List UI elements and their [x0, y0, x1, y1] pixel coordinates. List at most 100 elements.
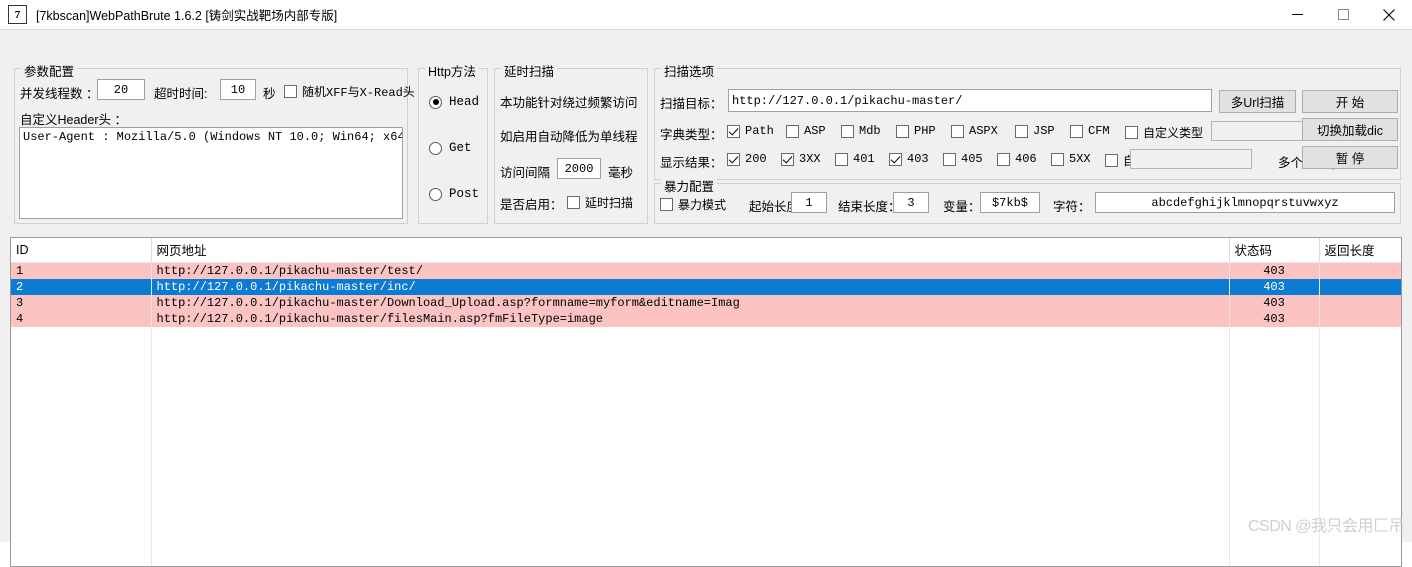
dict-checkbox-asp[interactable]: ASP — [786, 124, 826, 138]
dict-checkbox-mdb-box — [841, 124, 854, 138]
table-row-empty — [11, 406, 1401, 423]
delay-scan-desc-line2: 如启用自动降低为单线程 — [500, 130, 638, 144]
custom-header-textarea[interactable] — [19, 127, 403, 219]
dict-checkbox-php[interactable]: PHP — [896, 124, 936, 138]
cell-url: http://127.0.0.1/pikachu-master/Download… — [151, 294, 1230, 311]
dict-checkbox-jsp-box — [1015, 124, 1028, 138]
window-title: [7kbscan]WebPathBrute 1.6.2 [铸剑实战靶场内部专版] — [36, 9, 338, 23]
dict-checkbox-cfm[interactable]: CFM — [1070, 124, 1110, 138]
dict-checkbox-aspx[interactable]: ASPX — [951, 124, 998, 138]
table-row[interactable]: 1 http://127.0.0.1/pikachu-master/test/ … — [11, 262, 1401, 279]
cell-url: http://127.0.0.1/pikachu-master/inc/ — [151, 278, 1230, 295]
cell-url: http://127.0.0.1/pikachu-master/filesMai… — [151, 310, 1230, 327]
cell-status: 403 — [1229, 262, 1320, 279]
code-checkbox-custom-error-box — [1105, 154, 1118, 167]
title-bar: 7 [7kbscan]WebPathBrute 1.6.2 [铸剑实战靶场内部专… — [0, 0, 1412, 30]
interval-input[interactable]: 2000 — [557, 158, 601, 179]
variable-input[interactable]: $7kb$ — [980, 192, 1040, 213]
delay-scan-group: 延时扫描 本功能针对绕过频繁访问 如启用自动降低为单线程 访问间隔 2000 毫… — [494, 61, 648, 224]
table-row-empty — [11, 422, 1401, 439]
random-xff-checkbox-box — [284, 85, 297, 98]
cell-length — [1319, 262, 1401, 279]
dict-checkbox-jsp-label: JSP — [1033, 124, 1055, 138]
charset-input[interactable]: abcdefghijklmnopqrstuvwxyz — [1095, 192, 1395, 213]
code-checkbox-401-box — [835, 152, 848, 166]
dict-type-label: 字典类型： — [660, 128, 723, 142]
code-checkbox-5xx-box — [1051, 152, 1064, 166]
app-icon: 7 — [8, 5, 27, 24]
radio-post[interactable]: Post — [429, 187, 479, 201]
delay-enable-label: 是否启用： — [500, 198, 563, 212]
timeout-input[interactable]: 10 — [220, 79, 256, 100]
code-checkbox-200[interactable]: 200 — [727, 152, 767, 166]
threads-label: 并发线程数 ： — [20, 87, 99, 101]
brute-mode-label: 暴力模式 — [678, 198, 727, 212]
end-length-input[interactable]: 3 — [893, 192, 929, 213]
dict-checkbox-path-box — [727, 124, 740, 138]
random-xff-checkbox[interactable]: 随机XFF与X-Read头 — [284, 83, 415, 100]
table-body: 1 http://127.0.0.1/pikachu-master/test/ … — [11, 262, 1401, 566]
code-checkbox-3xx-box — [781, 152, 794, 166]
dict-checkbox-cfm-box — [1070, 124, 1083, 138]
dict-checkbox-custom[interactable]: 自定义类型 — [1125, 124, 1203, 141]
cell-status: 403 — [1229, 310, 1320, 327]
table-row-empty — [11, 454, 1401, 471]
dict-checkbox-path-label: Path — [745, 124, 774, 138]
cell-id: 1 — [11, 262, 152, 279]
code-checkbox-401[interactable]: 401 — [835, 152, 875, 166]
dict-checkbox-mdb[interactable]: Mdb — [841, 124, 881, 138]
code-checkbox-200-label: 200 — [745, 152, 767, 166]
table-row[interactable]: 2 http://127.0.0.1/pikachu-master/inc/ 4… — [11, 278, 1401, 295]
column-header-id[interactable]: ID — [11, 238, 152, 263]
delay-scan-checkbox[interactable]: 延时扫描 — [567, 194, 633, 211]
results-table[interactable]: ID 网页地址 状态码 返回长度 1 http://127.0.0.1/pika… — [10, 237, 1402, 567]
start-length-input[interactable]: 1 — [791, 192, 827, 213]
radio-get-circle — [429, 141, 442, 155]
code-checkbox-405-box — [943, 152, 956, 166]
radio-post-label: Post — [449, 187, 480, 201]
table-row-empty — [11, 486, 1401, 503]
dict-checkbox-aspx-label: ASPX — [969, 124, 998, 138]
dict-checkbox-jsp[interactable]: JSP — [1015, 124, 1055, 138]
code-checkbox-406[interactable]: 406 — [997, 152, 1037, 166]
multi-url-scan-button[interactable]: 多Url扫描 — [1219, 90, 1296, 113]
start-button[interactable]: 开 始 — [1302, 90, 1398, 113]
dict-checkbox-aspx-box — [951, 124, 964, 138]
radio-head[interactable]: Head — [429, 95, 479, 109]
table-row-empty — [11, 342, 1401, 359]
column-header-status[interactable]: 状态码 — [1229, 238, 1320, 263]
custom-error-input[interactable] — [1130, 149, 1252, 169]
dict-checkbox-asp-box — [786, 124, 799, 138]
code-checkbox-5xx[interactable]: 5XX — [1051, 152, 1091, 166]
dict-checkbox-path[interactable]: Path — [727, 124, 774, 138]
delay-scan-checkbox-label: 延时扫描 — [585, 196, 634, 210]
pause-button[interactable]: 暂 停 — [1302, 146, 1398, 169]
threads-input[interactable]: 20 — [97, 79, 145, 100]
table-row-empty — [11, 534, 1401, 551]
scan-target-label: 扫描目标： — [660, 97, 723, 111]
radio-get[interactable]: Get — [429, 141, 472, 155]
maximize-icon[interactable] — [1320, 0, 1366, 29]
delay-scan-legend: 延时扫描 — [501, 61, 558, 80]
scan-target-input[interactable]: http://127.0.0.1/pikachu-master/ — [728, 89, 1212, 112]
radio-head-label: Head — [449, 95, 480, 109]
column-header-length[interactable]: 返回长度 — [1319, 238, 1401, 263]
cell-id: 4 — [11, 310, 152, 327]
dict-checkbox-cfm-label: CFM — [1088, 124, 1110, 138]
minimize-icon[interactable] — [1274, 0, 1320, 29]
table-row-empty — [11, 550, 1401, 566]
close-icon[interactable] — [1366, 0, 1412, 29]
cell-url: http://127.0.0.1/pikachu-master/test/ — [151, 262, 1230, 279]
code-checkbox-405[interactable]: 405 — [943, 152, 983, 166]
variable-label: 变量： — [943, 200, 981, 214]
table-row[interactable]: 4 http://127.0.0.1/pikachu-master/filesM… — [11, 310, 1401, 327]
brute-mode-checkbox[interactable]: 暴力模式 — [660, 196, 726, 213]
code-checkbox-403[interactable]: 403 — [889, 152, 929, 166]
cell-status: 403 — [1229, 294, 1320, 311]
column-header-url[interactable]: 网页地址 — [151, 238, 1230, 263]
table-row[interactable]: 3 http://127.0.0.1/pikachu-master/Downlo… — [11, 294, 1401, 311]
switch-dic-button[interactable]: 切换加载dic — [1302, 118, 1398, 141]
code-checkbox-3xx[interactable]: 3XX — [781, 152, 821, 166]
scan-options-group: 扫描选项 扫描目标： http://127.0.0.1/pikachu-mast… — [654, 61, 1401, 180]
dict-checkbox-custom-box — [1125, 126, 1138, 139]
